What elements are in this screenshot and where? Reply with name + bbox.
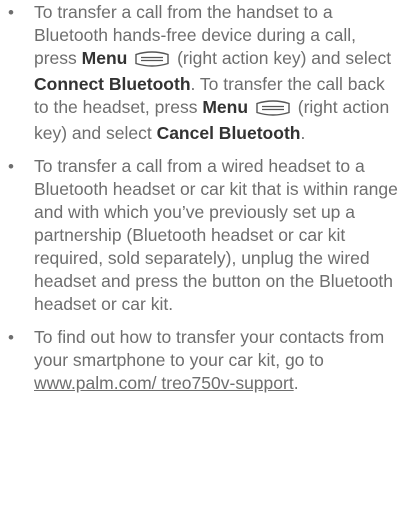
- text-segment: To transfer a call from a wired headset …: [34, 156, 398, 314]
- right-action-key-icon: [134, 50, 170, 73]
- right-action-key-icon: [255, 99, 291, 122]
- text-segment: .: [300, 123, 306, 143]
- bullet-item-wired-to-bluetooth: • To transfer a call from a wired headse…: [0, 155, 408, 316]
- bullet-dot: •: [8, 157, 14, 176]
- support-link[interactable]: www.palm.com/ treo750v-support: [34, 373, 294, 393]
- bullet-dot: •: [8, 328, 14, 347]
- menu-label: Menu: [202, 97, 249, 117]
- menu-label: Menu: [81, 48, 128, 68]
- bullet-item-transfer-to-bluetooth: • To transfer a call from the handset to…: [0, 0, 408, 145]
- bullet-dot: •: [8, 3, 14, 22]
- text-segment: To find out how to transfer your contact…: [34, 327, 385, 370]
- text-segment: .: [293, 373, 299, 393]
- connect-bluetooth-label: Connect Bluetooth: [34, 74, 191, 94]
- bullet-list: • To transfer a call from the handset to…: [0, 0, 408, 405]
- text-segment: (right action key) and select: [172, 48, 392, 68]
- cancel-bluetooth-label: Cancel Bluetooth: [156, 123, 301, 143]
- document-page: • To transfer a call from the handset to…: [0, 0, 408, 519]
- bullet-item-transfer-contacts: • To find out how to transfer your conta…: [0, 326, 408, 395]
